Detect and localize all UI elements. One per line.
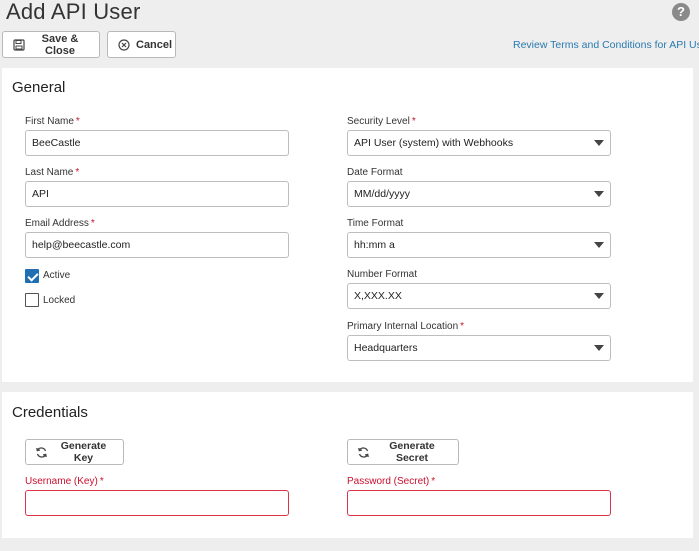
- first-name-label: First Name *: [25, 116, 80, 127]
- save-icon: [13, 38, 25, 51]
- primary-location-label: Primary Internal Location *: [347, 321, 465, 332]
- terms-link[interactable]: Review Terms and Conditions for API Use: [513, 39, 699, 51]
- refresh-icon: [357, 446, 370, 459]
- chevron-down-icon: [594, 345, 604, 351]
- primary-location-select[interactable]: Headquarters: [347, 335, 611, 361]
- security-level-select[interactable]: API User (system) with Webhooks: [347, 130, 611, 156]
- generate-key-label: Generate Key: [60, 440, 107, 464]
- general-title: General: [12, 79, 66, 96]
- time-format-label: Time Format: [347, 218, 404, 229]
- save-close-label: Save & Close: [41, 32, 79, 57]
- save-close-button[interactable]: Save & Close: [2, 31, 100, 58]
- credentials-title: Credentials: [12, 404, 88, 421]
- active-label: Active: [43, 270, 71, 281]
- locked-checkbox[interactable]: [25, 293, 39, 307]
- active-checkbox[interactable]: [25, 269, 39, 283]
- last-name-label: Last Name *: [25, 167, 80, 178]
- chevron-down-icon: [594, 140, 604, 146]
- page-title: Add API User: [6, 0, 141, 24]
- chevron-down-icon: [594, 242, 604, 248]
- cancel-button[interactable]: Cancel: [107, 31, 176, 58]
- date-format-select[interactable]: MM/dd/yyyy: [347, 181, 611, 207]
- primary-location-value: Headquarters: [354, 342, 418, 354]
- username-label: Username (Key) *: [25, 476, 104, 487]
- username-input[interactable]: [25, 490, 289, 516]
- chevron-down-icon: [594, 293, 604, 299]
- number-format-select[interactable]: X,XXX.XX: [347, 283, 611, 309]
- time-format-select[interactable]: hh:mm a: [347, 232, 611, 258]
- date-format-value: MM/dd/yyyy: [354, 188, 411, 200]
- cancel-icon: [118, 38, 130, 51]
- generate-secret-label: Generate Secret: [389, 440, 435, 464]
- credentials-panel: Credentials Generate Key Generate Secret…: [2, 392, 693, 538]
- last-name-input[interactable]: API: [25, 181, 289, 207]
- help-icon[interactable]: ?: [672, 3, 690, 21]
- security-level-label: Security Level *: [347, 116, 416, 127]
- security-level-value: API User (system) with Webhooks: [354, 137, 514, 149]
- first-name-input[interactable]: BeeCastle: [25, 130, 289, 156]
- chevron-down-icon: [594, 191, 604, 197]
- number-format-label: Number Format: [347, 269, 418, 280]
- email-input[interactable]: help@beecastle.com: [25, 232, 289, 258]
- number-format-value: X,XXX.XX: [354, 290, 402, 302]
- cancel-label: Cancel: [136, 38, 173, 51]
- refresh-icon: [35, 446, 48, 459]
- general-panel: General First Name * BeeCastle Last Name *…: [2, 68, 693, 382]
- generate-secret-button[interactable]: Generate Secret: [347, 439, 459, 465]
- time-format-value: hh:mm a: [354, 239, 395, 251]
- locked-label: Locked: [43, 295, 76, 306]
- email-label: Email Address *: [25, 218, 95, 229]
- date-format-label: Date Format: [347, 167, 403, 178]
- password-label: Password (Secret) *: [347, 476, 436, 487]
- password-input[interactable]: [347, 490, 611, 516]
- generate-key-button[interactable]: Generate Key: [25, 439, 124, 465]
